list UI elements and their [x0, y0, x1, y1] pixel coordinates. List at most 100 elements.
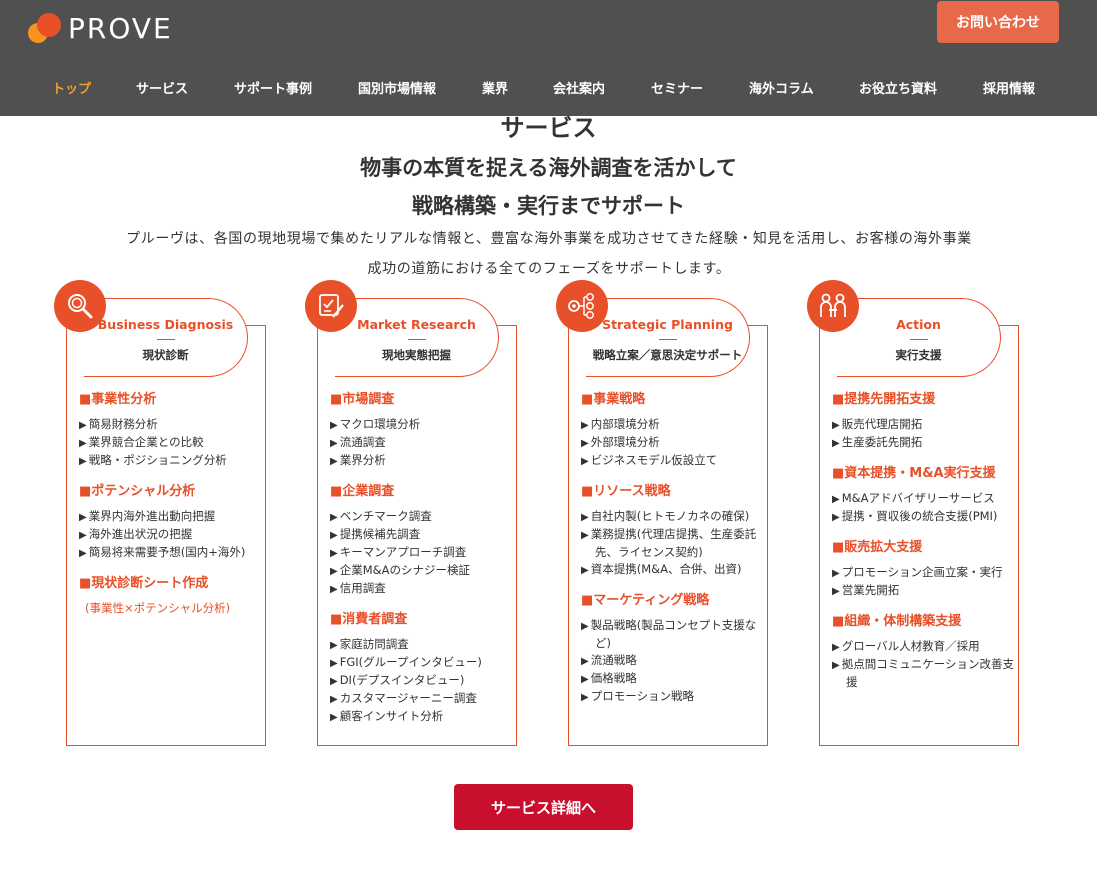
nav-item-resources[interactable]: お役立ち資料	[859, 78, 937, 97]
group-title: ■マーケティング戦略	[581, 593, 710, 608]
list-item: 提携・買収後の統合支援(PMI)	[832, 508, 1022, 526]
group-items: 自社内製(ヒトモノカネの確保)業務提携(代理店提携、生産委託先、ライセンス契約)…	[581, 508, 771, 579]
group-items: M&Aアドバイザリーサービス提携・買収後の統合支援(PMI)	[832, 490, 1022, 526]
list-item: 業務提携(代理店提携、生産委託先、ライセンス契約)	[581, 526, 771, 561]
list-item: 家庭訪問調査	[330, 636, 520, 654]
list-item: DI(デプスインタビュー)	[330, 672, 520, 690]
group-title: ■企業調査	[330, 484, 395, 499]
card-content: ■事業性分析簡易財務分析業界競合企業との比較戦略・ポジショニング分析 ■ポテンシャ…	[79, 390, 269, 629]
list-item: 外部環境分析	[581, 434, 771, 452]
group-items: グローバル人材教育／採用拠点間コミュニケーション改善支援	[832, 638, 1022, 691]
title-divider	[658, 339, 677, 340]
list-item: 簡易財務分析	[79, 416, 269, 434]
list-item: マクロ環境分析	[330, 416, 520, 434]
group-title: ■リソース戦略	[581, 484, 671, 499]
list-item: 企業M&Aのシナジー検証	[330, 562, 520, 580]
list-item: 拠点間コミュニケーション改善支援	[832, 656, 1022, 691]
logo-mark-icon	[28, 11, 62, 45]
card-title-jp: 現地実態把握	[382, 348, 451, 362]
nav-item-industry[interactable]: 業界	[482, 78, 508, 97]
nav-item-seminar[interactable]: セミナー	[651, 78, 703, 97]
card-header-pill: Action 実行支援	[837, 298, 1001, 377]
card-title-en: Strategic Planning	[602, 317, 733, 332]
list-item: ビジネスモデル仮設立て	[581, 452, 771, 470]
list-item: キーマンアプローチ調査	[330, 544, 520, 562]
list-item: 海外進出状況の把握	[79, 526, 269, 544]
nav-item-column[interactable]: 海外コラム	[749, 78, 814, 97]
description-line-1: プルーヴは、各国の現地現場で集めたリアルな情報と、豊富な海外事業を成功させてきた…	[126, 231, 972, 247]
list-item: 業界内海外進出動向把握	[79, 508, 269, 526]
list-item: プロモーション企画立案・実行	[832, 564, 1022, 582]
card-content: ■市場調査マクロ環境分析流通調査業界分析 ■企業調査ベンチマーク調査提携候補先調査…	[330, 390, 520, 738]
lead-line-2: 戦略構築・実行までサポート	[412, 194, 685, 218]
group-title: ■市場調査	[330, 392, 395, 407]
nav-item-recruit[interactable]: 採用情報	[983, 78, 1035, 97]
list-item: カスタマージャーニー調査	[330, 690, 520, 708]
title-divider	[909, 339, 928, 340]
nav-item-country-info[interactable]: 国別市場情報	[358, 78, 436, 97]
card-header-pill: Market Research 現地実態把握	[335, 298, 499, 377]
logo-text: PROVE	[68, 11, 173, 45]
list-item: 簡易将来需要予想(国内+海外)	[79, 544, 269, 562]
group-items: プロモーション企画立案・実行営業先開拓	[832, 564, 1022, 600]
list-item: 流通戦略	[581, 652, 771, 670]
card-title-jp: 実行支援	[895, 348, 942, 362]
group-title: ■提携先開拓支援	[832, 392, 936, 407]
list-item: 戦略・ポジショニング分析	[79, 452, 269, 470]
group-items: 販売代理店開拓生産委託先開拓	[832, 416, 1022, 452]
group-title: ■事業戦略	[581, 392, 646, 407]
group-items: (事業性×ポテンシャル分析)	[79, 600, 269, 617]
prove-logo[interactable]: PROVE	[28, 8, 173, 48]
card-title-jp: 現状診断	[142, 348, 189, 362]
section-title: サービス	[500, 114, 597, 142]
list-item: グローバル人材教育／採用	[832, 638, 1022, 656]
service-detail-button[interactable]: サービス詳細へ	[454, 784, 633, 830]
list-item: プロモーション戦略	[581, 688, 771, 706]
list-item: 営業先開拓	[832, 582, 1022, 600]
title-divider	[407, 339, 426, 340]
group-items: 内部環境分析外部環境分析ビジネスモデル仮設立て	[581, 416, 771, 470]
group-items: 業界内海外進出動向把握海外進出状況の把握簡易将来需要予想(国内+海外)	[79, 508, 269, 562]
group-items: 家庭訪問調査FGI(グループインタビュー)DI(デプスインタビュー)カスタマージ…	[330, 636, 520, 726]
nav-item-top[interactable]: トップ	[52, 78, 91, 97]
list-item: 提携候補先調査	[330, 526, 520, 544]
list-item: 価格戦略	[581, 670, 771, 688]
group-items: ベンチマーク調査提携候補先調査キーマンアプローチ調査企業M&Aのシナジー検証信用…	[330, 508, 520, 598]
list-item: 業界分析	[330, 452, 520, 470]
card-header-pill: Strategic Planning 戦略立案／意思決定サポート	[586, 298, 750, 377]
list-item: FGI(グループインタビュー)	[330, 654, 520, 672]
nav-item-cases[interactable]: サポート事例	[234, 78, 312, 97]
card-header-pill: Business Diagnosis 現状診断	[84, 298, 248, 377]
group-title: ■資本提携・M&A実行支援	[832, 466, 996, 481]
list-item: 自社内製(ヒトモノカネの確保)	[581, 508, 771, 526]
section-description: プルーヴは、各国の現地現場で集めたリアルな情報と、豊富な海外事業を成功させてきた…	[54, 224, 1044, 284]
group-title: ■組織・体制構築支援	[832, 614, 962, 629]
list-item: ベンチマーク調査	[330, 508, 520, 526]
nav-item-service[interactable]: サービス	[136, 78, 188, 97]
site-header: PROVE お問い合わせ トップ サービス サポート事例 国別市場情報 業界 会…	[0, 0, 1097, 116]
group-note: (事業性×ポテンシャル分析)	[85, 601, 231, 615]
list-item: 販売代理店開拓	[832, 416, 1022, 434]
card-title-en: Market Research	[357, 317, 476, 332]
card-title-en: Action	[896, 317, 941, 332]
group-items: 簡易財務分析業界競合企業との比較戦略・ポジショニング分析	[79, 416, 269, 470]
main-nav: トップ サービス サポート事例 国別市場情報 業界 会社案内 セミナー 海外コラ…	[0, 78, 1097, 100]
group-title: ■販売拡大支援	[832, 540, 923, 555]
group-title: ■現状診断シート作成	[79, 576, 209, 591]
nav-item-company[interactable]: 会社案内	[553, 78, 605, 97]
card-title-jp: 戦略立案／意思決定サポート	[592, 348, 743, 362]
group-title: ■事業性分析	[79, 392, 157, 407]
handshake-people-icon	[807, 280, 859, 332]
group-title: ■消費者調査	[330, 612, 408, 627]
list-item: 流通調査	[330, 434, 520, 452]
strategy-flow-icon	[556, 280, 608, 332]
list-item: 資本提携(M&A、合併、出資)	[581, 561, 771, 579]
title-divider	[156, 339, 175, 340]
magnifier-icon	[54, 280, 106, 332]
card-content: ■事業戦略内部環境分析外部環境分析ビジネスモデル仮設立て ■リソース戦略自社内製(…	[581, 390, 771, 718]
list-item: 顧客インサイト分析	[330, 708, 520, 726]
description-line-2: 成功の道筋における全てのフェーズをサポートします。	[367, 261, 731, 277]
group-items: マクロ環境分析流通調査業界分析	[330, 416, 520, 470]
checklist-pen-icon	[305, 280, 357, 332]
contact-button[interactable]: お問い合わせ	[937, 1, 1059, 43]
